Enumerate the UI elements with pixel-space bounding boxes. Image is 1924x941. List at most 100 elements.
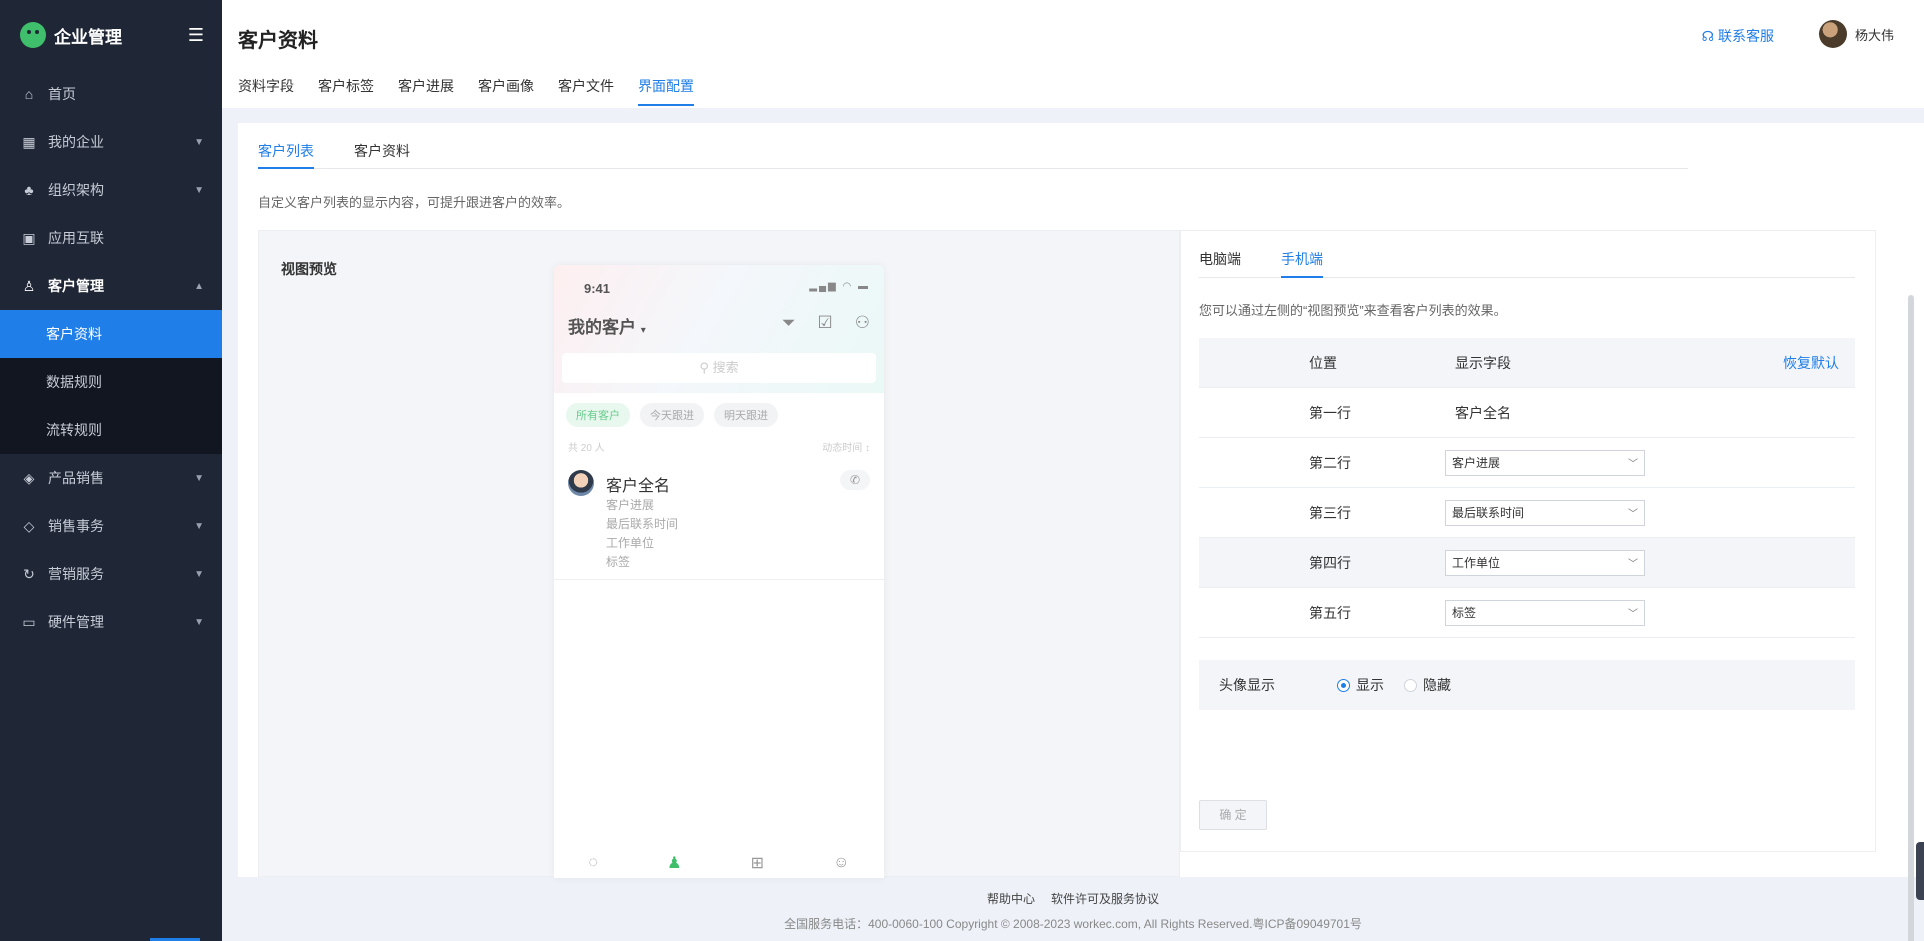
row-field-static: 客户全名 bbox=[1455, 404, 1511, 421]
footer-copyright: 全国服务电话：400-0060-100 Copyright © 2008-202… bbox=[784, 917, 1362, 931]
sidebar-item-label: 客户管理 bbox=[48, 278, 104, 294]
sidebar-item-label: 营销服务 bbox=[48, 566, 104, 582]
sidebar-item-my-company[interactable]: ▦ 我的企业 ▼ bbox=[0, 118, 222, 166]
row-position: 第四行 bbox=[1309, 554, 1351, 571]
phone-status-icons: ▂▄▆ ◠ ▬ bbox=[809, 281, 870, 292]
hardware-icon: ▭ bbox=[22, 613, 36, 630]
row-field-select[interactable]: 最后联系时间 ﹀ bbox=[1445, 499, 1645, 526]
top-tabs: 资料字段 客户标签 客户进展 客户画像 客户文件 界面配置 bbox=[238, 76, 694, 106]
confirm-button[interactable]: 确 定 bbox=[1199, 800, 1267, 830]
layers-icon: ◇ bbox=[23, 517, 35, 534]
row-field-select[interactable]: 标签 ﹀ bbox=[1445, 599, 1645, 626]
radio-show[interactable]: 显示 bbox=[1337, 675, 1384, 695]
sidebar-item-org[interactable]: ♣ 组织架构 ▼ bbox=[0, 166, 222, 214]
page-title: 客户资料 bbox=[238, 30, 318, 52]
avatar-display-row: 头像显示 显示 隐藏 bbox=[1199, 660, 1855, 710]
contacts-icon: ♟ bbox=[667, 855, 682, 872]
table-row: 第二行 客户进展 ﹀ bbox=[1199, 438, 1855, 488]
menu-collapse-icon[interactable]: ☰ bbox=[186, 25, 206, 46]
sidebar-subitem-transfer-rules[interactable]: 流转规则 bbox=[0, 406, 222, 454]
tab-customer-list[interactable]: 客户列表 bbox=[258, 123, 314, 169]
phone-title: 我的客户 ▾ bbox=[568, 313, 646, 338]
org-chart-icon: ♣ bbox=[24, 182, 34, 198]
sidebar-item-home[interactable]: ⌂ 首页 bbox=[0, 70, 222, 118]
sidebar-item-marketing[interactable]: ↻ 营销服务 ▼ bbox=[0, 550, 222, 598]
table-header: 位置 显示字段 恢复默认 bbox=[1199, 338, 1855, 388]
preview-label: 视图预览 bbox=[281, 261, 337, 277]
phone-sort: 动态时间 ↕ bbox=[822, 443, 870, 454]
apps-icon: ▣ bbox=[22, 229, 36, 246]
row-position: 第三行 bbox=[1309, 504, 1351, 521]
tab-mobile[interactable]: 手机端 bbox=[1281, 231, 1323, 278]
phone-count-row: 共 20 人 动态时间 ↕ bbox=[554, 427, 884, 454]
license-link[interactable]: 软件许可及服务协议 bbox=[1051, 890, 1159, 907]
restore-default-button[interactable]: 恢复默认 bbox=[1703, 353, 1855, 373]
phone-time: 9:41 bbox=[584, 281, 611, 296]
brand-title: 企业管理 bbox=[54, 27, 122, 47]
row-position: 第一行 bbox=[1309, 404, 1351, 421]
config-tabs: 电脑端 手机端 bbox=[1199, 231, 1855, 278]
phone-search: ⚲ 搜索 bbox=[562, 353, 876, 383]
smiley-icon: ☺ bbox=[833, 854, 850, 871]
sidebar-subitem-customer-profile[interactable]: 客户资料 bbox=[0, 310, 222, 358]
help-center-link[interactable]: 帮助中心 bbox=[987, 890, 1035, 907]
tab-ui-config[interactable]: 界面配置 bbox=[638, 76, 694, 106]
chevron-down-icon: ﹀ bbox=[1628, 459, 1638, 470]
phone-call-icon: ✆ bbox=[840, 470, 870, 490]
sidebar-item-label: 销售事务 bbox=[48, 518, 104, 534]
phone-title-text: 我的客户 bbox=[568, 318, 636, 337]
support-link[interactable]: ☊ 联系客服 bbox=[1702, 26, 1774, 46]
sidebar-item-hardware[interactable]: ▭ 硬件管理 ▼ bbox=[0, 598, 222, 646]
phone-filter-chip: 今天跟进 bbox=[640, 403, 704, 427]
table-row: 第四行 工作单位 ﹀ bbox=[1199, 538, 1855, 588]
content-card: 客户列表 客户资料 自定义客户列表的显示内容，可提升跟进客户的效率。 视图预览 … bbox=[238, 123, 1924, 941]
sidebar-item-product-sales[interactable]: ◈ 产品销售 ▼ bbox=[0, 454, 222, 502]
sidebar-item-label: 组织架构 bbox=[48, 182, 104, 198]
chevron-down-icon: ▼ bbox=[194, 136, 204, 148]
user-icon: ♙ bbox=[22, 277, 36, 294]
customer-field: 最后联系时间 bbox=[606, 517, 679, 531]
sidebar-item-label: 产品销售 bbox=[48, 470, 104, 486]
phone-search-placeholder: 搜索 bbox=[712, 360, 739, 375]
preview-area: 视图预览 9:41 ▂▄▆ ◠ ▬ 我的客户 ▾ ⏷ ☑ ⚇ ⚲ 搜索 所有客户… bbox=[258, 230, 1180, 878]
tab-customer-progress[interactable]: 客户进展 bbox=[398, 76, 454, 106]
chevron-down-icon: ﹀ bbox=[1628, 509, 1638, 520]
config-description: 您可以通过左侧的“视图预览”来查看客户列表的效果。 bbox=[1199, 303, 1507, 318]
user-menu[interactable]: 杨大伟 bbox=[1818, 20, 1894, 48]
footer-links: 帮助中心 软件许可及服务协议 bbox=[222, 890, 1924, 907]
caret-down-icon: ▾ bbox=[640, 325, 646, 336]
phone-bottom-nav: ◌ ♟ ⊞ ☺ bbox=[554, 848, 884, 878]
sidebar-item-sales-affairs[interactable]: ◇ 销售事务 ▼ bbox=[0, 502, 222, 550]
chevron-down-icon: ▼ bbox=[194, 184, 204, 196]
chevron-down-icon: ▼ bbox=[194, 616, 204, 628]
row-field-select[interactable]: 工作单位 ﹀ bbox=[1445, 549, 1645, 576]
tab-customer-tags[interactable]: 客户标签 bbox=[318, 76, 374, 106]
sort-icon: ↕ bbox=[865, 443, 870, 454]
table-row: 第三行 最后联系时间 ﹀ bbox=[1199, 488, 1855, 538]
sidebar-subitem-data-rules[interactable]: 数据规则 bbox=[0, 358, 222, 406]
tab-customer-profile[interactable]: 客户资料 bbox=[354, 123, 410, 169]
marketing-icon: ↻ bbox=[23, 565, 35, 582]
sidebar-item-label: 硬件管理 bbox=[48, 614, 104, 630]
config-panel: 电脑端 手机端 您可以通过左侧的“视图预览”来查看客户列表的效果。 位置 显示字… bbox=[1180, 230, 1876, 852]
tab-customer-files[interactable]: 客户文件 bbox=[558, 76, 614, 106]
brand: 企业管理 ☰ bbox=[0, 0, 222, 70]
tab-customer-portrait[interactable]: 客户画像 bbox=[478, 76, 534, 106]
radio-hide[interactable]: 隐藏 bbox=[1404, 675, 1451, 695]
sidebar-item-apps[interactable]: ▣ 应用互联 bbox=[0, 214, 222, 262]
home-icon: ⌂ bbox=[24, 86, 34, 102]
tab-desktop[interactable]: 电脑端 bbox=[1199, 231, 1241, 278]
search-icon: ⚲ bbox=[699, 360, 709, 375]
headset-icon: ☊ bbox=[1701, 27, 1714, 44]
tab-profile-fields[interactable]: 资料字段 bbox=[238, 76, 294, 106]
phone-count: 共 20 人 bbox=[568, 443, 605, 454]
sidebar-item-customer-management[interactable]: ♙ 客户管理 ▲ bbox=[0, 262, 222, 310]
row-field-select[interactable]: 客户进展 ﹀ bbox=[1445, 449, 1645, 476]
sub-tabs: 客户列表 客户资料 bbox=[258, 123, 1688, 169]
grid-icon: ⊞ bbox=[750, 855, 764, 872]
table-row: 第五行 标签 ﹀ bbox=[1199, 588, 1855, 638]
chevron-down-icon: ▼ bbox=[194, 520, 204, 532]
header-field: 显示字段 bbox=[1455, 354, 1511, 371]
row-position: 第五行 bbox=[1309, 604, 1351, 621]
content-scrollbar[interactable] bbox=[1908, 295, 1914, 941]
